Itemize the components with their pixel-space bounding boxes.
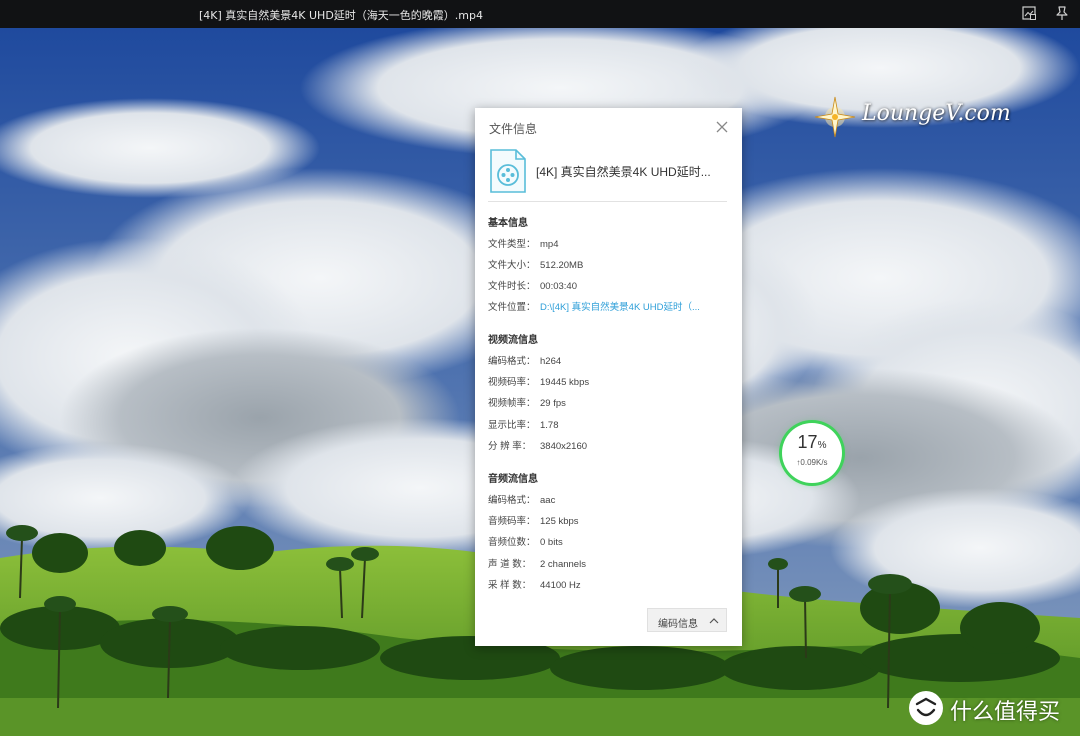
info-row-sample-rate: 采 样 数： 44100 Hz: [488, 577, 581, 591]
codec-info-label: 编码信息: [658, 619, 698, 630]
row-label: 编码格式：: [488, 356, 536, 367]
basic-info-heading: 基本信息: [488, 218, 528, 229]
info-row-duration: 文件时长： 00:03:40: [488, 278, 577, 292]
row-value: mp4: [540, 239, 559, 250]
divider: [488, 201, 727, 202]
speed-rate: ↑0.09K/s: [796, 458, 828, 467]
row-label: 采 样 数：: [488, 580, 532, 591]
info-row-aspect-ratio: 显示比率： 1.78: [488, 417, 559, 431]
row-label: 音频位数：: [488, 537, 536, 548]
file-info-dialog: 文件信息 [4K] 真实自然美景4K UHD延时... 基本信息 文件类型： mp…: [475, 108, 742, 646]
compass-star-icon: [812, 94, 858, 140]
row-label: 文件时长：: [488, 281, 536, 292]
file-header: [4K] 真实自然美景4K UHD延时...: [488, 146, 728, 200]
row-value: aac: [540, 495, 556, 506]
window-titlebar: [4K] 真实自然美景4K UHD延时（海天一色的晚霞）.mp4: [0, 0, 1080, 28]
row-value: 125 kbps: [540, 516, 579, 527]
info-row-file-size: 文件大小： 512.20MB: [488, 257, 583, 271]
row-label: 音频码率：: [488, 516, 536, 527]
row-label: 视频码率：: [488, 377, 536, 388]
info-row-resolution: 分 辨 率： 3840x2160: [488, 438, 587, 452]
info-row-location: 文件位置： D:\[4K] 真实自然美景4K UHD延时（...: [488, 299, 700, 313]
close-icon[interactable]: [714, 119, 730, 135]
file-name: [4K] 真实自然美景4K UHD延时...: [536, 165, 711, 179]
info-row-audio-codec: 编码格式： aac: [488, 492, 555, 506]
info-row-audio-bits: 音频位数： 0 bits: [488, 534, 563, 548]
row-label: 分 辨 率：: [488, 441, 532, 452]
info-row-file-type: 文件类型： mp4: [488, 236, 558, 250]
video-info-heading: 视频流信息: [488, 335, 538, 346]
row-value: 1.78: [540, 420, 559, 431]
info-row-channels: 声 道 数： 2 channels: [488, 556, 586, 570]
brand-mark-icon: [908, 690, 944, 726]
dialog-title: 文件信息: [489, 122, 538, 136]
row-label: 文件类型：: [488, 239, 536, 250]
row-value: 29 fps: [540, 398, 566, 409]
row-label: 视频帧率：: [488, 398, 536, 409]
row-label: 文件位置：: [488, 302, 536, 313]
row-value: 0 bits: [540, 537, 563, 548]
speed-percent-sign: %: [817, 440, 827, 451]
row-value: 3840x2160: [540, 441, 588, 452]
watermark: LoungeV.com: [812, 94, 1012, 138]
info-row-video-codec: 编码格式： h264: [488, 353, 561, 367]
row-label: 显示比率：: [488, 420, 536, 431]
speed-percent: 17: [797, 432, 818, 452]
network-speed-widget[interactable]: 17% ↑0.09K/s: [782, 423, 842, 483]
row-label: 编码格式：: [488, 495, 536, 506]
pin-icon[interactable]: [1053, 4, 1071, 22]
row-value: 19445 kbps: [540, 377, 590, 388]
brand-text: 什么值得买: [950, 700, 1061, 725]
row-label: 声 道 数：: [488, 559, 532, 570]
info-row-frame-rate: 视频帧率： 29 fps: [488, 395, 566, 409]
screenshot-icon[interactable]: [1020, 4, 1038, 22]
row-value: 44100 Hz: [540, 580, 581, 591]
info-row-video-bitrate: 视频码率： 19445 kbps: [488, 374, 589, 388]
row-label: 文件大小：: [488, 260, 536, 271]
info-row-audio-bitrate: 音频码率： 125 kbps: [488, 513, 579, 527]
row-value: 2 channels: [540, 559, 586, 570]
window-title: [4K] 真实自然美景4K UHD延时（海天一色的晚霞）.mp4: [199, 9, 483, 22]
chevron-up-icon: [708, 615, 720, 627]
codec-info-button[interactable]: 编码信息: [647, 608, 727, 632]
brand-logo: 什么值得买: [908, 688, 1078, 728]
row-value: 00:03:40: [540, 281, 577, 292]
row-value: h264: [540, 356, 562, 367]
watermark-text: LoungeV.com: [862, 101, 1011, 126]
row-value: 512.20MB: [540, 260, 584, 271]
file-location-link[interactable]: D:\[4K] 真实自然美景4K UHD延时（...: [540, 299, 700, 313]
speed-percent-line: 17%: [782, 432, 842, 453]
video-file-icon: [488, 148, 528, 194]
audio-info-heading: 音频流信息: [488, 474, 538, 485]
